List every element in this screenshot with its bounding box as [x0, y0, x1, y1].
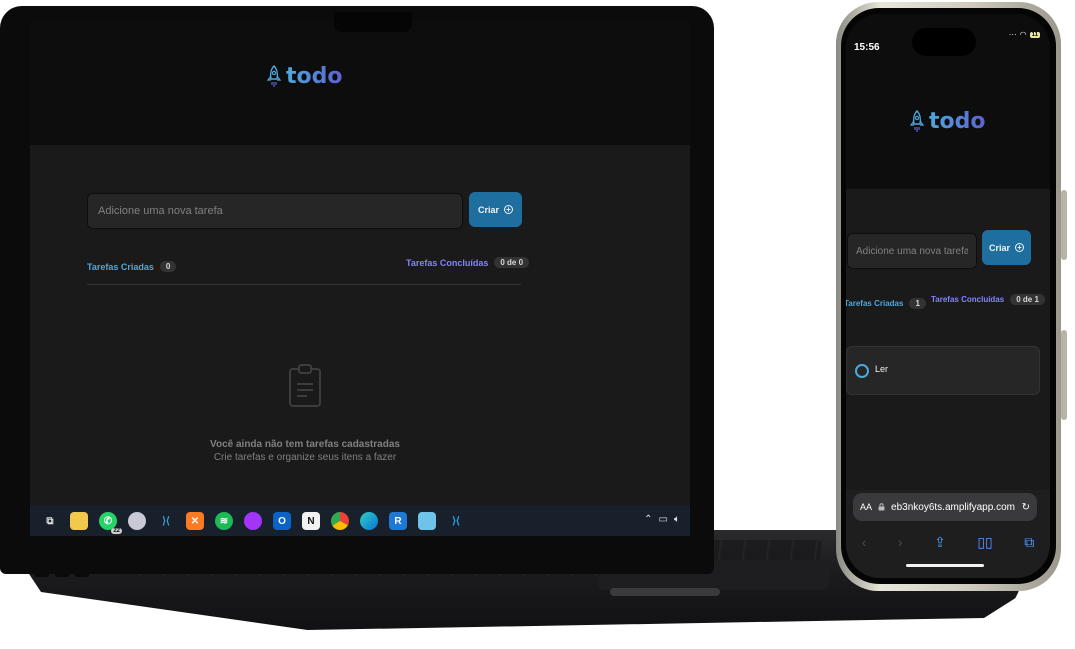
laptop-camera-notch — [334, 12, 412, 32]
completed-tasks-label: Tarefas Concluídas — [931, 295, 1005, 304]
rdm-icon[interactable]: R — [389, 512, 407, 530]
completed-tasks-badge: 0 de 1 — [1010, 294, 1045, 305]
reader-aa-button[interactable]: AA — [860, 502, 872, 512]
whatsapp-badge: 22 — [111, 528, 122, 534]
completed-tasks-counter: Tarefas Concluídas 0 de 0 — [406, 257, 530, 268]
created-tasks-badge: 1 — [909, 298, 926, 309]
chevron-up-icon[interactable]: ⌃ — [644, 514, 652, 525]
vscode-insiders-icon[interactable]: ⟩⟨ — [157, 512, 175, 530]
lock-icon — [878, 503, 885, 511]
app-icon[interactable] — [128, 512, 146, 530]
created-tasks-counter: Tarefas Criadas 0 — [87, 261, 177, 272]
logo-text: todo — [929, 109, 986, 134]
address-bar[interactable]: AA eb3nkoy6ts.amplifyapp.com ↻ — [853, 493, 1037, 521]
spotify-icon[interactable]: ≋ — [215, 512, 233, 530]
empty-state-subtitle: Crie tarefas e organize seus itens a faz… — [213, 452, 397, 463]
status-icons: ··· ◠ 11 — [1009, 30, 1040, 39]
task-checkbox[interactable] — [855, 364, 869, 378]
windows-taskbar: ⧉ ✆ 22 ⟩⟨ ✕ ≋ O N R ⟩⟨ ⌃ ▭ 🔈︎ — [30, 506, 690, 536]
app-header: 15:56 ··· ◠ 11 todo — [846, 14, 1050, 189]
plus-circle-icon: + — [1015, 243, 1024, 252]
reload-icon[interactable]: ↻ — [1022, 502, 1030, 513]
rocket-icon — [909, 109, 925, 132]
clipboard-icon — [289, 364, 321, 407]
phone-screen: 15:56 ··· ◠ 11 todo Criar + Taref — [846, 14, 1050, 578]
list-divider — [87, 284, 521, 285]
volume-icon[interactable]: 🔈︎ — [674, 514, 680, 525]
vscode-icon[interactable]: ⟩⟨ — [447, 512, 465, 530]
safari-nav: ‹ › ⇪ ▯▯ ⧉ — [846, 534, 1050, 551]
notion-icon[interactable]: N — [302, 512, 320, 530]
created-tasks-label: Tarefas Criadas — [846, 299, 904, 308]
laptop-screen: todo Criar + Tarefas Criadas 0 Tarefas C… — [30, 20, 690, 536]
phone-side-button — [1061, 190, 1067, 260]
create-button-label: Criar — [988, 242, 1010, 253]
battery-icon: 11 — [1029, 31, 1040, 38]
app-logo: todo — [909, 109, 986, 134]
task-text: Ler — [875, 364, 889, 374]
xampp-icon[interactable]: ✕ — [186, 512, 204, 530]
share-icon[interactable]: ⇪ — [934, 534, 946, 551]
signal-icon: ··· — [1008, 30, 1017, 39]
logo-text: todo — [286, 64, 343, 89]
app-header: todo — [30, 20, 690, 145]
status-time: 15:56 — [854, 42, 880, 53]
created-tasks-badge: 0 — [159, 261, 177, 272]
messenger-icon[interactable] — [244, 512, 262, 530]
network-icon[interactable]: ▭ — [659, 514, 668, 525]
rocket-icon — [266, 64, 282, 87]
completed-tasks-label: Tarefas Concluídas — [406, 257, 489, 268]
file-explorer-icon[interactable] — [70, 512, 88, 530]
create-button-label: Criar — [477, 204, 499, 215]
edge-icon[interactable] — [360, 512, 378, 530]
new-task-input[interactable] — [87, 193, 463, 229]
create-task-button[interactable]: Criar + — [982, 230, 1031, 265]
system-tray: ⌃ ▭ 🔈︎ — [644, 514, 680, 525]
whatsapp-icon[interactable]: ✆ 22 — [99, 512, 122, 534]
create-task-button[interactable]: Criar + — [469, 192, 522, 227]
bookmarks-icon[interactable]: ▯▯ — [977, 534, 992, 551]
tabs-icon[interactable]: ⧉ — [1024, 534, 1034, 551]
home-indicator — [906, 564, 984, 567]
url-text: eb3nkoy6ts.amplifyapp.com — [891, 501, 1015, 513]
forward-icon[interactable]: › — [898, 534, 903, 551]
created-tasks-counter: Tarefas Criadas 1 — [846, 298, 926, 309]
empty-state-title: Você ainda não tem tarefas cadastradas — [210, 439, 400, 450]
new-task-input[interactable] — [847, 233, 977, 269]
laptop-foot — [610, 588, 720, 596]
dynamic-island — [912, 28, 976, 56]
device-mockup-stage: todo Criar + Tarefas Criadas 0 Tarefas C… — [0, 0, 1075, 649]
back-icon[interactable]: ‹ — [862, 534, 867, 551]
notepad-icon[interactable] — [418, 512, 436, 530]
chrome-icon[interactable] — [331, 512, 349, 530]
phone-side-button — [1061, 330, 1067, 420]
plus-circle-icon: + — [504, 205, 513, 214]
laptop-lid: todo Criar + Tarefas Criadas 0 Tarefas C… — [0, 6, 714, 574]
wifi-icon: ◠ — [1019, 30, 1027, 39]
app-logo: todo — [266, 64, 343, 89]
completed-tasks-badge: 0 de 0 — [494, 257, 530, 268]
task-item: Ler — [846, 346, 1040, 395]
completed-tasks-counter: Tarefas Concluídas 0 de 1 — [931, 294, 1045, 305]
outlook-icon[interactable]: O — [273, 512, 291, 530]
created-tasks-label: Tarefas Criadas — [87, 261, 154, 272]
task-view-icon[interactable]: ⧉ — [41, 512, 59, 530]
